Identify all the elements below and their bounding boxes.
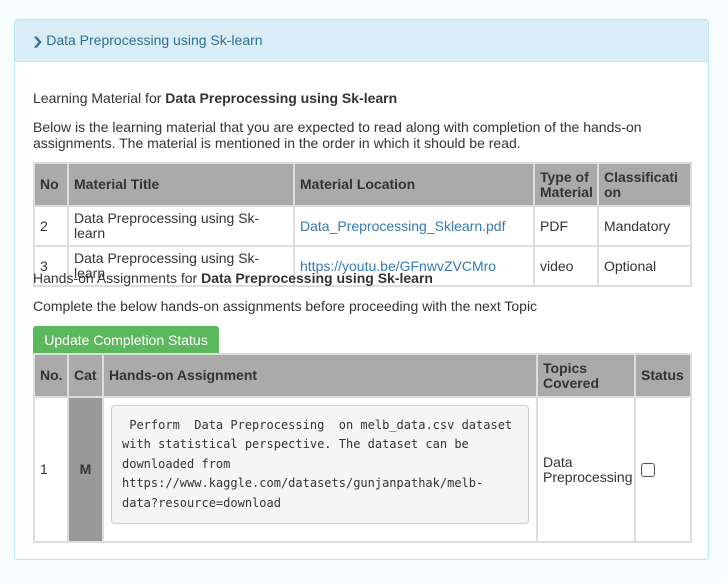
col-location: Material Location: [293, 162, 535, 207]
learning-description: Below is the learning material that you …: [33, 119, 642, 151]
table-row: 1 M Perform Data Preprocessing on melb_d…: [33, 396, 692, 543]
col-no: No.: [33, 353, 69, 398]
chevron-down-icon: ❯: [31, 36, 44, 48]
cell-no: 1: [33, 396, 69, 543]
panel-header[interactable]: ❯ Data Preprocessing using Sk-learn: [15, 20, 708, 62]
panel-title: Data Preprocessing using Sk-learn: [46, 32, 263, 48]
col-no: No: [33, 162, 69, 207]
cell-classification: Mandatory: [597, 205, 692, 247]
cell-no: 2: [33, 205, 69, 247]
learning-heading: Learning Material for Data Preprocessing…: [33, 90, 397, 106]
col-status: Status: [634, 353, 692, 398]
col-classification: Classification: [597, 162, 692, 207]
learning-material-table: No Material Title Material Location Type…: [33, 162, 692, 287]
handson-description: Complete the below hands-on assignments …: [33, 298, 538, 314]
table-row: 2 Data Preprocessing using Sk-learn Data…: [33, 205, 692, 247]
cell-title: Data Preprocessing using Sk-learn: [67, 205, 295, 247]
topic-panel: ❯ Data Preprocessing using Sk-learn Learn…: [14, 19, 709, 560]
cell-topics: Data Preprocessing: [536, 396, 636, 543]
cell-type: video: [533, 245, 599, 287]
status-checkbox[interactable]: [641, 463, 655, 478]
col-topics: Topics Covered: [536, 353, 636, 398]
update-completion-status-button[interactable]: Update Completion Status: [33, 326, 219, 353]
col-cat: Cat: [67, 353, 104, 398]
cell-classification: Optional: [597, 245, 692, 287]
col-type: Type of Material: [533, 162, 599, 207]
handson-topic: Data Preprocessing using Sk-learn: [201, 270, 433, 286]
col-assignment: Hands-on Assignment: [102, 353, 538, 398]
cell-type: PDF: [533, 205, 599, 247]
learning-topic: Data Preprocessing using Sk-learn: [165, 90, 398, 106]
col-title: Material Title: [67, 162, 295, 207]
cell-cat: M: [67, 396, 104, 543]
learning-prefix: Learning Material for: [33, 90, 166, 106]
handson-prefix: Hands-on Assignments for: [33, 270, 202, 286]
material-link[interactable]: Data_Preprocessing_Sklearn.pdf: [300, 218, 505, 234]
assignment-text: Perform Data Preprocessing on melb_data.…: [111, 404, 529, 525]
handson-table: No. Cat Hands-on Assignment Topics Cover…: [33, 353, 692, 543]
handson-heading: Hands-on Assignments for Data Preprocess…: [33, 270, 433, 286]
